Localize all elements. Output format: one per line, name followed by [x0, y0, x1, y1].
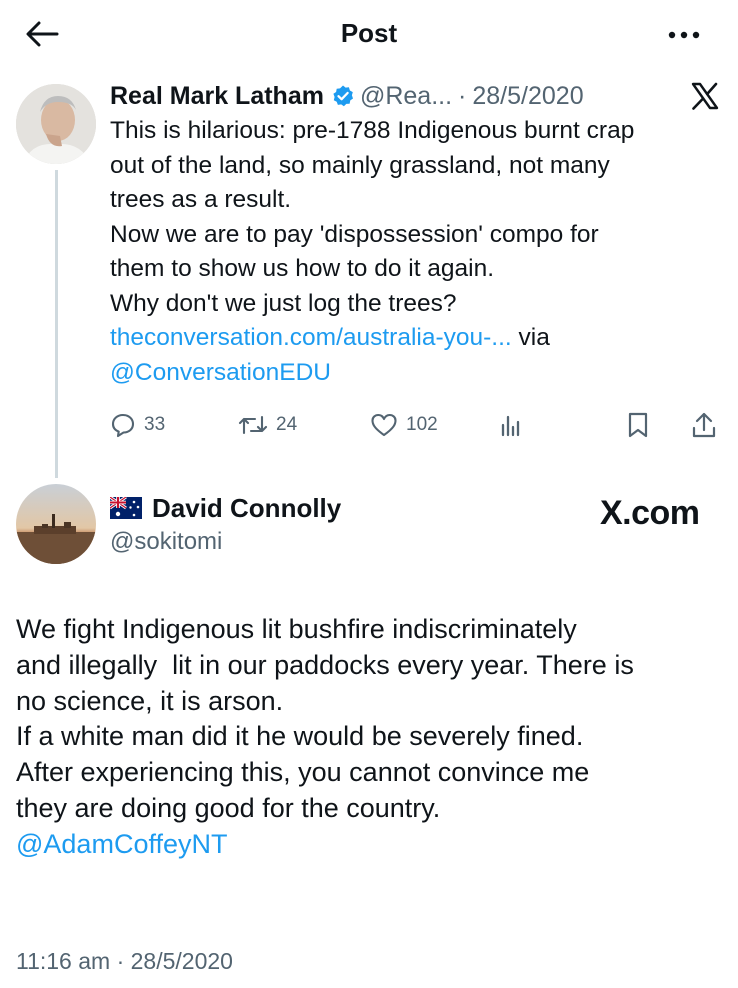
thread-connector-line — [55, 170, 58, 478]
text-line: them to show us how to do it again. — [110, 255, 495, 282]
text-line: This is hilarious: pre-1788 Indigenous b… — [110, 117, 635, 144]
text-line: If a white man did it he would be severe… — [16, 721, 584, 752]
text-line: Why don't we just log the trees? — [110, 289, 457, 317]
reply-count: 33 — [144, 414, 166, 435]
retweet-count: 24 — [276, 414, 298, 435]
more-icon — [668, 31, 700, 39]
author-avatar[interactable] — [16, 484, 96, 564]
text-line: We fight Indigenous lit bushfire indiscr… — [16, 614, 577, 644]
share-icon — [692, 412, 716, 438]
verified-badge-icon — [331, 84, 355, 108]
bookmark-icon — [628, 412, 648, 438]
text-line: Now we are to pay 'dispossession' compo … — [110, 220, 599, 248]
adam-coffey-mention[interactable]: @AdamCoffeyNT — [16, 829, 227, 859]
tweet-text: We fight Indigenous lit bushfire indiscr… — [16, 612, 726, 863]
avatar-photo — [16, 84, 96, 164]
quoted-tweet-date[interactable]: 28/5/2020 — [472, 82, 583, 111]
retweet-icon — [238, 415, 268, 435]
text-line: they are doing good for the country. — [16, 792, 441, 823]
text-line: and illegally lit in our paddocks every … — [16, 649, 634, 680]
views-button[interactable] — [498, 405, 532, 445]
quoted-tweet-header: Real Mark Latham @Rea... · 28/5/2020 — [110, 80, 584, 112]
article-link[interactable]: theconversation.com/australia-you-... — [110, 324, 512, 351]
top-bar: Post — [0, 0, 738, 68]
bookmark-button[interactable] — [626, 405, 658, 445]
text-line: After experiencing this, you cannot conv… — [16, 757, 590, 788]
text-line: no science, it is arson. — [16, 685, 284, 716]
more-button[interactable] — [664, 20, 704, 50]
tweet-timestamp[interactable]: 11:16 am · 28/5/2020 — [16, 948, 233, 975]
views-icon — [501, 415, 520, 437]
quoted-author-avatar[interactable] — [16, 84, 96, 164]
conversation-edu-mention[interactable]: @ConversationEDU — [110, 359, 331, 386]
text-line: out of the land, so mainly grassland, no… — [110, 151, 610, 179]
quoted-author-name[interactable]: Real Mark Latham — [110, 82, 324, 111]
via-text: via — [511, 324, 550, 351]
text-line: trees as a result. — [110, 186, 292, 213]
like-button[interactable]: 102 — [370, 405, 438, 445]
quoted-tweet-text: This is hilarious: pre-1788 Indigenous b… — [110, 114, 720, 390]
author-name[interactable]: David Connolly — [152, 493, 341, 524]
tweet-actions-bar: 33 24 102 — [108, 405, 720, 445]
like-count: 102 — [406, 414, 438, 435]
xcom-watermark: X.com — [600, 494, 700, 532]
like-icon — [371, 413, 397, 437]
retweet-button[interactable]: 24 — [238, 405, 297, 445]
quoted-author-handle[interactable]: @Rea... — [360, 82, 452, 111]
author-handle[interactable]: @sokitomi — [110, 528, 222, 556]
avatar-photo — [16, 484, 96, 564]
page-title: Post — [340, 18, 398, 48]
x-logo-icon — [691, 82, 719, 110]
separator-dot: · — [458, 81, 467, 110]
reply-icon — [111, 413, 135, 438]
reply-button[interactable]: 33 — [110, 405, 165, 445]
author-name-row: David Connolly — [110, 490, 341, 526]
australia-flag-icon — [110, 497, 142, 519]
share-button[interactable] — [690, 405, 726, 445]
